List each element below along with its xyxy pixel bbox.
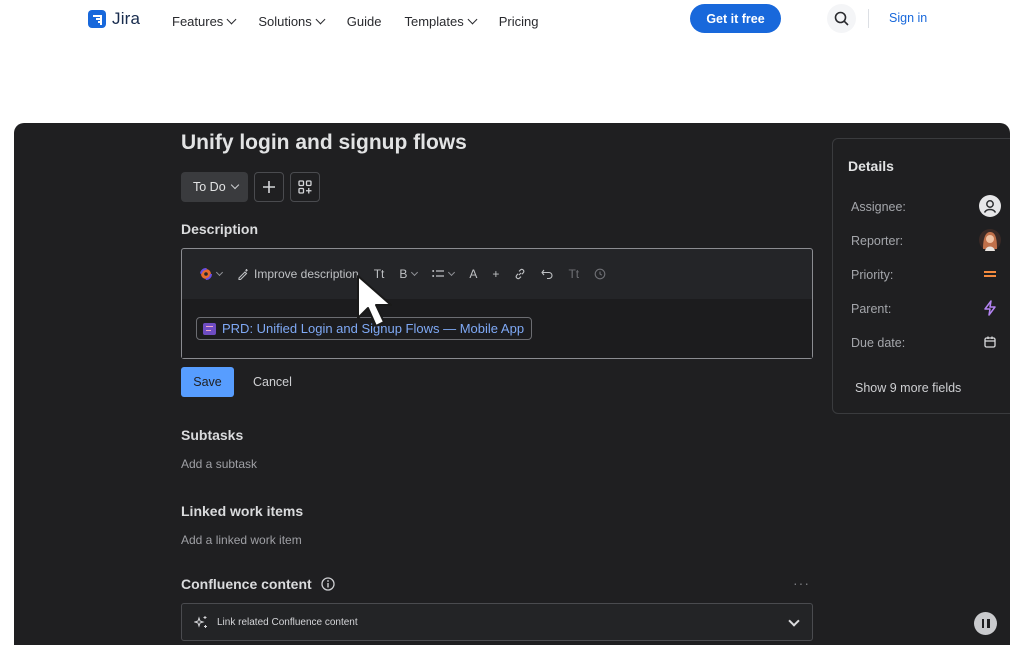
nav-guide[interactable]: Guide: [347, 14, 382, 29]
nav-features[interactable]: Features: [172, 14, 237, 29]
reporter-label: Reporter:: [851, 234, 904, 248]
search-button[interactable]: [827, 4, 856, 33]
jira-logo[interactable]: Jira: [88, 9, 140, 29]
add-subtask-link[interactable]: Add a subtask: [181, 457, 257, 471]
nav-divider: [868, 9, 869, 28]
chevron-down-icon: [230, 180, 239, 190]
get-it-free-button[interactable]: Get it free: [690, 4, 781, 33]
info-icon[interactable]: [321, 577, 335, 591]
mouse-cursor-icon: [357, 275, 392, 327]
more-options-icon[interactable]: ···: [793, 575, 810, 591]
improve-description-label: Improve description: [254, 267, 359, 281]
save-button[interactable]: Save: [181, 367, 234, 397]
sign-in-link[interactable]: Sign in: [889, 11, 927, 25]
chevron-down-icon: [467, 14, 478, 25]
nav-pricing-label: Pricing: [498, 14, 539, 29]
priority-medium-icon[interactable]: [979, 263, 1001, 285]
show-more-fields-button[interactable]: Show 9 more fields: [855, 381, 961, 395]
priority-label: Priority:: [851, 268, 894, 282]
unassigned-avatar-icon[interactable]: [979, 195, 1001, 217]
link-button[interactable]: [514, 268, 526, 280]
chevron-down-icon: [788, 615, 800, 627]
chevron-down-icon: [411, 268, 419, 277]
apps-icon: [298, 180, 312, 194]
chevron-down-icon: [215, 268, 224, 277]
chevron-down-icon: [315, 14, 326, 25]
clear-format-icon: Tt: [568, 267, 580, 281]
jira-logo-icon: [88, 10, 106, 28]
parent-label: Parent:: [851, 302, 892, 316]
assignee-label: Assignee:: [851, 200, 906, 214]
pause-button[interactable]: [974, 612, 997, 635]
calendar-icon[interactable]: [979, 331, 1001, 353]
history-icon: [594, 268, 606, 280]
sparkle-icon: [194, 616, 207, 628]
cancel-button[interactable]: Cancel: [253, 375, 292, 389]
subtasks-heading: Subtasks: [181, 427, 244, 443]
top-nav: Jira Features Solutions Guide Templates …: [0, 0, 1024, 40]
linked-work-items-heading: Linked work items: [181, 503, 304, 519]
nav-templates-label: Templates: [404, 14, 464, 29]
bold-button[interactable]: B: [399, 267, 419, 281]
epic-lightning-icon[interactable]: [979, 297, 1001, 319]
chevron-down-icon: [226, 14, 237, 25]
link-confluence-label: Link related Confluence content: [217, 616, 358, 628]
chevron-down-icon: [448, 268, 456, 277]
issue-actions-row: To Do: [181, 172, 320, 202]
pause-icon-bar: [981, 619, 984, 628]
insert-icon: +: [492, 267, 500, 281]
due-date-label: Due date:: [851, 336, 906, 350]
reporter-avatar[interactable]: [979, 229, 1001, 251]
details-panel: Details Assignee: Reporter: Priority: Pa…: [832, 138, 1010, 414]
nav-guide-label: Guide: [346, 14, 382, 29]
nav-templates[interactable]: Templates: [404, 14, 478, 29]
history-button[interactable]: [594, 268, 606, 280]
issue-title[interactable]: Unify login and signup flows: [181, 131, 467, 155]
description-heading: Description: [181, 221, 259, 237]
editor-toolbar: Improve description Tt B A + Tt: [182, 249, 812, 299]
pause-icon-bar: [987, 619, 990, 628]
status-label: To Do: [193, 180, 226, 194]
add-linked-item-link[interactable]: Add a linked work item: [181, 533, 302, 547]
improve-description-button[interactable]: Improve description: [237, 267, 359, 281]
undo-button[interactable]: [541, 269, 553, 279]
add-button[interactable]: [253, 172, 284, 202]
description-editor[interactable]: Improve description Tt B A + Tt PRD: Uni…: [181, 248, 813, 359]
nav-pricing[interactable]: Pricing: [499, 14, 539, 29]
search-icon: [834, 11, 849, 26]
plus-icon: [262, 181, 275, 193]
text-color-icon: A: [469, 267, 478, 281]
list-button[interactable]: [432, 268, 456, 279]
insert-button[interactable]: +: [492, 267, 499, 281]
confluence-heading-row: Confluence content: [181, 576, 335, 592]
text-color-button[interactable]: A: [469, 267, 477, 281]
atlassian-ai-icon: [200, 268, 212, 280]
brand-name: Jira: [112, 9, 141, 28]
status-dropdown[interactable]: To Do: [181, 172, 248, 202]
nav-solutions-label: Solutions: [258, 14, 312, 29]
nav-solutions[interactable]: Solutions: [258, 14, 326, 29]
issue-view-frame: Unify login and signup flows To Do Descr…: [14, 123, 1010, 645]
undo-icon: [541, 269, 553, 279]
editor-content[interactable]: PRD: Unified Login and Signup Flows — Mo…: [182, 299, 812, 358]
apps-button[interactable]: [289, 172, 320, 202]
link-icon: [516, 268, 525, 280]
bullet-list-icon: [432, 270, 445, 277]
ai-menu-button[interactable]: [200, 268, 224, 280]
details-title: Details: [848, 158, 894, 174]
confluence-page-icon: [203, 322, 216, 335]
bold-icon: B: [399, 267, 408, 281]
pencil-sparkle-icon: [238, 269, 248, 280]
nav-features-label: Features: [172, 14, 224, 29]
clear-format-button[interactable]: Tt: [568, 267, 579, 281]
link-confluence-content-button[interactable]: Link related Confluence content: [181, 603, 813, 641]
nav-links: Features Solutions Guide Templates Prici…: [172, 14, 562, 29]
confluence-heading: Confluence content: [181, 576, 312, 592]
